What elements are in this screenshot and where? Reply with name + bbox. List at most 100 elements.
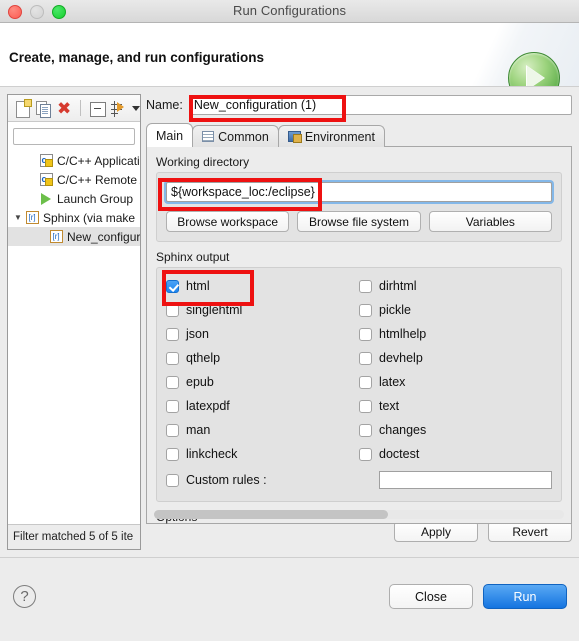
- delete-configuration-icon[interactable]: ✖: [56, 99, 73, 118]
- html-checkbox[interactable]: [166, 279, 179, 293]
- common-table-icon: [202, 131, 215, 142]
- checkbox-row-latex[interactable]: latex: [359, 370, 552, 394]
- text-checkbox[interactable]: [359, 399, 372, 413]
- expand-triangle-icon[interactable]: ▼: [12, 213, 24, 222]
- checkbox-row-man[interactable]: man: [166, 418, 359, 442]
- man-checkbox[interactable]: [166, 423, 179, 437]
- tree-item-label: Launch Group: [57, 191, 134, 206]
- checkbox-row-pickle[interactable]: pickle: [359, 298, 552, 322]
- configurations-toolbar: ✖: [8, 95, 140, 122]
- changes-checkbox[interactable]: [359, 423, 372, 437]
- scrollbar-thumb[interactable]: [154, 510, 388, 519]
- tab-strip: Main Common Environment: [146, 123, 572, 147]
- latex-checkbox[interactable]: [359, 375, 372, 389]
- checkbox-row-changes[interactable]: changes: [359, 418, 552, 442]
- configurations-tree: c C/C++ Applicatio c C/C++ Remote A Laun…: [8, 151, 140, 246]
- checkbox-row-html[interactable]: html: [166, 274, 359, 298]
- sphinx-output-group: Sphinx output html singlehtml json qthel…: [156, 250, 562, 502]
- tab-main[interactable]: Main: [146, 123, 194, 147]
- singlehtml-checkbox[interactable]: [166, 303, 179, 317]
- sphinx-output-grid: html singlehtml json qthelp epub latexpd…: [166, 274, 552, 466]
- working-directory-input[interactable]: ${workspace_loc:/eclipse}: [166, 182, 552, 202]
- page-title: Create, manage, and run configurations: [9, 50, 265, 65]
- checkbox-label: text: [379, 399, 400, 413]
- checkbox-label: changes: [379, 423, 427, 437]
- question-mark-icon[interactable]: ?: [13, 585, 36, 608]
- sphinx-output-right-column: dirhtml pickle htmlhelp devhelp latex te…: [359, 274, 552, 466]
- checkbox-row-json[interactable]: json: [166, 322, 359, 346]
- tree-item-c-cpp-remote-application[interactable]: c C/C++ Remote A: [8, 170, 140, 189]
- checkbox-label: dirhtml: [379, 279, 417, 293]
- checkbox-label: singlehtml: [186, 303, 243, 317]
- checkbox-row-qthelp[interactable]: qthelp: [166, 346, 359, 370]
- tree-item-sphinx-via-make[interactable]: ▼ [r] Sphinx (via make: [8, 208, 140, 227]
- c-cpp-icon: c: [38, 154, 54, 167]
- browse-file-system-button[interactable]: Browse file system: [297, 211, 421, 232]
- tree-item-label: C/C++ Remote A: [57, 172, 140, 187]
- checkbox-row-linkcheck[interactable]: linkcheck: [166, 442, 359, 466]
- name-row: Name: New_configuration (1): [146, 94, 572, 116]
- checkbox-row-doctest[interactable]: doctest: [359, 442, 552, 466]
- tree-item-label: C/C++ Applicatio: [57, 153, 140, 168]
- name-input[interactable]: New_configuration (1): [188, 95, 572, 115]
- working-directory-title: Working directory: [156, 155, 250, 169]
- tree-item-launch-group[interactable]: Launch Group: [8, 189, 140, 208]
- doctest-checkbox[interactable]: [359, 447, 372, 461]
- revert-button[interactable]: Revert: [488, 521, 572, 542]
- htmlhelp-checkbox[interactable]: [359, 327, 372, 341]
- c-cpp-icon: c: [38, 173, 54, 186]
- close-button[interactable]: Close: [389, 584, 473, 609]
- tab-common[interactable]: Common: [192, 125, 279, 147]
- tab-label: Main: [156, 128, 184, 143]
- checkbox-row-htmlhelp[interactable]: htmlhelp: [359, 322, 552, 346]
- json-checkbox[interactable]: [166, 327, 179, 341]
- tree-item-new-configuration[interactable]: [r] New_configura: [8, 227, 140, 246]
- checkbox-row-latexpdf[interactable]: latexpdf: [166, 394, 359, 418]
- apply-revert-row: Apply Revert: [394, 521, 572, 542]
- devhelp-checkbox[interactable]: [359, 351, 372, 365]
- checkbox-row-epub[interactable]: epub: [166, 370, 359, 394]
- checkbox-row-dirhtml[interactable]: dirhtml: [359, 274, 552, 298]
- horizontal-scrollbar[interactable]: [154, 510, 564, 519]
- browse-workspace-button[interactable]: Browse workspace: [166, 211, 290, 232]
- sphinx-output-box: html singlehtml json qthelp epub latexpd…: [156, 267, 562, 502]
- dirhtml-checkbox[interactable]: [359, 279, 372, 293]
- footer-buttons: Close Run: [389, 584, 567, 609]
- collapse-all-icon[interactable]: [88, 99, 106, 118]
- tab-environment[interactable]: Environment: [277, 125, 385, 147]
- run-button[interactable]: Run: [483, 584, 567, 609]
- dialog-footer: ? Close Run: [0, 557, 579, 641]
- checkbox-label: linkcheck: [186, 447, 238, 461]
- checkbox-label: latex: [379, 375, 406, 389]
- launch-group-icon: [38, 192, 54, 205]
- checkbox-row-singlehtml[interactable]: singlehtml: [166, 298, 359, 322]
- checkbox-row-text[interactable]: text: [359, 394, 552, 418]
- filter-icon[interactable]: [110, 99, 127, 118]
- duplicate-configuration-icon[interactable]: [34, 99, 52, 118]
- latexpdf-checkbox[interactable]: [166, 399, 179, 413]
- qthelp-checkbox[interactable]: [166, 351, 179, 365]
- sphinx-icon: [r]: [24, 211, 40, 224]
- custom-rules-input[interactable]: [379, 471, 552, 489]
- chevron-down-icon[interactable]: [131, 105, 140, 111]
- sphinx-output-title: Sphinx output: [156, 250, 230, 264]
- linkcheck-checkbox[interactable]: [166, 447, 179, 461]
- epub-checkbox[interactable]: [166, 375, 179, 389]
- checkbox-label: html: [186, 279, 210, 293]
- working-directory-group: Working directory ${workspace_loc:/eclip…: [156, 155, 562, 242]
- variables-button[interactable]: Variables: [428, 211, 552, 232]
- custom-rules-label: Custom rules :: [186, 473, 267, 487]
- custom-rules-row: Custom rules :: [166, 467, 552, 493]
- filter-status-text: Filter matched 5 of 5 ite: [8, 524, 140, 549]
- apply-button[interactable]: Apply: [394, 521, 478, 542]
- checkbox-row-devhelp[interactable]: devhelp: [359, 346, 552, 370]
- custom-rules-checkbox[interactable]: [166, 473, 179, 487]
- window-title: Run Configurations: [232, 3, 347, 18]
- working-directory-buttons: Browse workspace Browse file system Vari…: [166, 211, 552, 232]
- checkbox-label: pickle: [379, 303, 411, 317]
- tree-item-c-cpp-application[interactable]: c C/C++ Applicatio: [8, 151, 140, 170]
- window-titlebar: Run Configurations: [0, 0, 579, 23]
- filter-input[interactable]: [13, 128, 135, 145]
- new-configuration-icon[interactable]: [13, 98, 32, 118]
- pickle-checkbox[interactable]: [359, 303, 372, 317]
